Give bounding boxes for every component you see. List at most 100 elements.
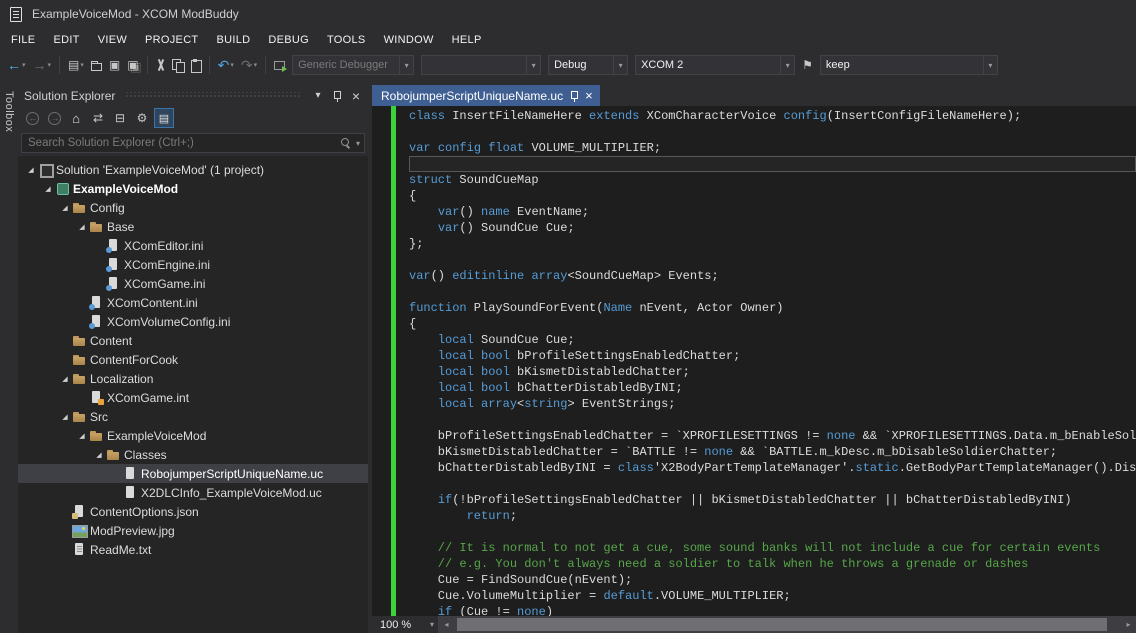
code-line[interactable]	[409, 476, 1136, 492]
code-line[interactable]: local bool bChatterDistabledByINI;	[409, 380, 1136, 396]
collapse-all-icon[interactable]	[110, 108, 130, 128]
menu-file[interactable]: FILE	[2, 28, 44, 52]
tree-item[interactable]: ◢Config	[18, 198, 368, 217]
properties-icon[interactable]	[132, 108, 152, 128]
tree-item[interactable]: ◢ExampleVoiceMod	[18, 426, 368, 445]
code-line[interactable]: // It is normal to not get a cue, some s…	[409, 540, 1136, 556]
tree-item[interactable]: XComGame.int	[18, 388, 368, 407]
tree-item[interactable]: ◢Base	[18, 217, 368, 236]
keep-tool-icon[interactable]	[799, 54, 816, 76]
open-file-icon[interactable]	[88, 54, 105, 76]
code-line[interactable]: return;	[409, 508, 1136, 524]
navigate-forward-icon[interactable]: ▾	[30, 54, 55, 76]
code-line[interactable]: Cue.VolumeMultiplier = default.VOLUME_MU…	[409, 588, 1136, 604]
expander-icon[interactable]: ◢	[75, 432, 89, 440]
code-line[interactable]: bProfileSettingsEnabledChatter = `XPROFI…	[409, 428, 1136, 444]
search-dropdown-icon[interactable]: ▾	[356, 139, 360, 148]
cut-icon[interactable]	[153, 54, 168, 76]
debugger-combo[interactable]: Generic Debugger▾	[292, 55, 414, 75]
keep-combo-dropdown-icon[interactable]: ▾	[983, 56, 997, 74]
menu-window[interactable]: WINDOW	[375, 28, 443, 52]
tree-item[interactable]: ◢Classes	[18, 445, 368, 464]
tree-item[interactable]: XComVolumeConfig.ini	[18, 312, 368, 331]
redo-icon[interactable]: ▾	[238, 54, 260, 76]
code-line[interactable]: var() editinline array<SoundCueMap> Even…	[409, 268, 1136, 284]
code-line[interactable]: local array<string> EventStrings;	[409, 396, 1136, 412]
debugger-icon[interactable]	[271, 54, 288, 76]
code-line[interactable]: function PlaySoundForEvent(Name nEvent, …	[409, 300, 1136, 316]
navigate-back-icon[interactable]: ▾	[4, 54, 29, 76]
configuration-combo-dropdown-icon[interactable]: ▾	[613, 56, 627, 74]
menu-view[interactable]: VIEW	[89, 28, 136, 52]
tree-item[interactable]: ModPreview.jpg	[18, 521, 368, 540]
expander-icon[interactable]: ◢	[58, 375, 72, 383]
nav-forward-icon[interactable]	[44, 108, 64, 128]
code-line[interactable]: bKismetDistabledChatter = `BATTLE != non…	[409, 444, 1136, 460]
code-line[interactable]: local SoundCue Cue;	[409, 332, 1136, 348]
tree-item[interactable]: XComEditor.ini	[18, 236, 368, 255]
zoom-control[interactable]: 100 % ▾	[372, 616, 438, 633]
code-line[interactable]: };	[409, 236, 1136, 252]
hscroll-left-arrow[interactable]: ◂	[439, 616, 454, 633]
expander-icon[interactable]: ◢	[41, 185, 55, 193]
hscroll-thumb[interactable]	[457, 618, 1107, 631]
code-editor[interactable]: class InsertFileNameHere extends XComCha…	[372, 106, 1136, 616]
close-icon[interactable]	[348, 88, 364, 104]
code-line[interactable]	[409, 156, 1136, 172]
save-icon[interactable]	[106, 54, 123, 76]
tree-item[interactable]: XComContent.ini	[18, 293, 368, 312]
expander-icon[interactable]: ◢	[92, 451, 106, 459]
search-icon[interactable]	[341, 138, 351, 148]
nav-back-icon[interactable]	[22, 108, 42, 128]
tree-item[interactable]: ◢Localization	[18, 369, 368, 388]
keep-combo[interactable]: keep▾	[820, 55, 998, 75]
tree-item[interactable]: X2DLCInfo_ExampleVoiceMod.uc	[18, 483, 368, 502]
tree-item[interactable]: RobojumperScriptUniqueName.uc	[18, 464, 368, 483]
toolbox-tab[interactable]: Toolbox	[0, 85, 18, 633]
code-content[interactable]: class InsertFileNameHere extends XComCha…	[396, 106, 1136, 616]
menu-tools[interactable]: TOOLS	[318, 28, 375, 52]
search-input[interactable]	[21, 133, 365, 153]
code-line[interactable]	[409, 524, 1136, 540]
expander-icon[interactable]: ◢	[58, 413, 72, 421]
code-line[interactable]: Cue = FindSoundCue(nEvent);	[409, 572, 1136, 588]
code-line[interactable]: bChatterDistabledByINI = class'X2BodyPar…	[409, 460, 1136, 476]
menu-help[interactable]: HELP	[443, 28, 491, 52]
paste-icon[interactable]	[188, 54, 204, 76]
menu-edit[interactable]: EDIT	[44, 28, 88, 52]
hscroll-right-arrow[interactable]: ▸	[1121, 616, 1136, 633]
undo-icon[interactable]: ▾	[215, 54, 237, 76]
tab-pin-icon[interactable]	[570, 90, 578, 102]
hscrollbar[interactable]	[454, 616, 1121, 633]
code-line[interactable]: var config float VOLUME_MULTIPLIER;	[409, 140, 1136, 156]
configuration-combo[interactable]: Debug▾	[548, 55, 628, 75]
code-line[interactable]	[409, 124, 1136, 140]
indicator-margin[interactable]	[372, 106, 391, 616]
platform-combo-dropdown-icon[interactable]: ▾	[780, 56, 794, 74]
tree-item[interactable]: XComGame.ini	[18, 274, 368, 293]
code-line[interactable]: // e.g. You don't always need a soldier …	[409, 556, 1136, 572]
tree-item[interactable]: ContentForCook	[18, 350, 368, 369]
platform-combo[interactable]: XCOM 2▾	[635, 55, 795, 75]
tree-item[interactable]: ◢ExampleVoiceMod	[18, 179, 368, 198]
menu-debug[interactable]: DEBUG	[259, 28, 318, 52]
tree-item[interactable]: ContentOptions.json	[18, 502, 368, 521]
code-line[interactable]: var() name EventName;	[409, 204, 1136, 220]
home-icon[interactable]	[66, 108, 86, 128]
code-line[interactable]	[409, 412, 1136, 428]
sync-active-document-icon[interactable]	[88, 108, 108, 128]
preview-selected-items-icon[interactable]	[154, 108, 174, 128]
pin-icon[interactable]	[329, 88, 345, 104]
code-line[interactable]: if (Cue != none)	[409, 604, 1136, 616]
active-tab[interactable]: RobojumperScriptUniqueName.uc ×	[372, 85, 600, 106]
tree-item[interactable]: ◢Src	[18, 407, 368, 426]
code-line[interactable]: local bool bProfileSettingsEnabledChatte…	[409, 348, 1136, 364]
expander-icon[interactable]: ◢	[58, 204, 72, 212]
code-line[interactable]: struct SoundCueMap	[409, 172, 1136, 188]
window-position-icon[interactable]	[310, 88, 326, 104]
tree-item[interactable]: Content	[18, 331, 368, 350]
panel-drag-grip[interactable]	[125, 92, 300, 99]
expander-icon[interactable]: ◢	[24, 166, 38, 174]
new-file-icon[interactable]: ▾	[65, 54, 87, 76]
menu-build[interactable]: BUILD	[207, 28, 259, 52]
